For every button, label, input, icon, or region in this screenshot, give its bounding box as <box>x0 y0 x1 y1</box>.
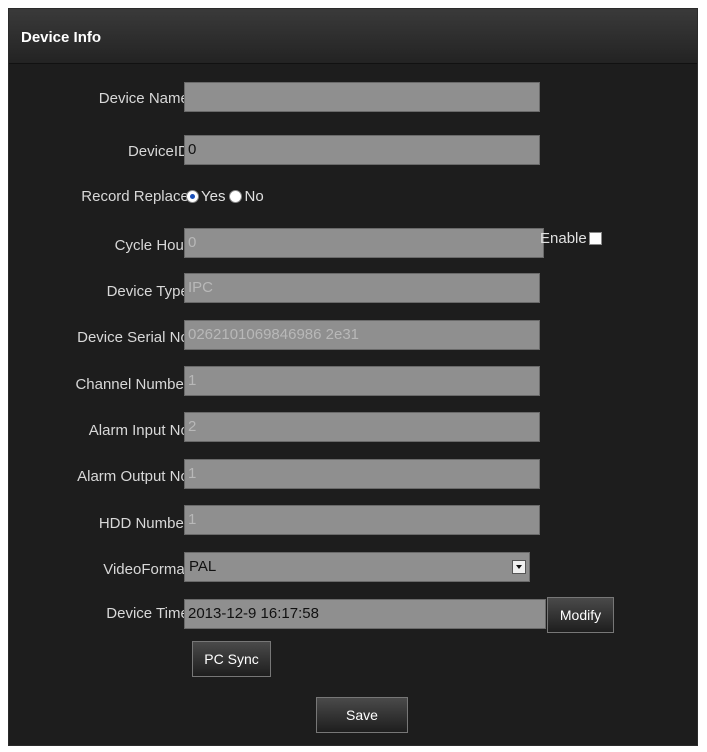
video-format-label: VideoFormat: <box>103 561 193 578</box>
cycle-hour-label: Cycle Hour: <box>114 237 193 254</box>
device-type-label: Device Type: <box>106 283 193 300</box>
record-replace-yes-label: Yes <box>201 188 226 205</box>
device-name-input[interactable] <box>184 82 540 112</box>
alarm-input-field: 2 <box>184 412 540 442</box>
serial-no-input: 0262101069846986 2e31 <box>184 320 540 350</box>
alarm-output-label: Alarm Output No: <box>77 468 193 485</box>
video-format-select[interactable]: PAL <box>184 552 530 582</box>
channel-number-input: 1 <box>184 366 540 396</box>
alarm-output-field: 1 <box>184 459 540 489</box>
hdd-number-label: HDD Number: <box>98 515 193 532</box>
device-time-label: Device Time: <box>106 605 193 622</box>
alarm-input-label: Alarm Input No: <box>88 422 193 439</box>
device-type-input: IPC <box>184 273 540 303</box>
record-replace-label: Record Replace: <box>81 188 193 205</box>
record-replace-yes-radio[interactable] <box>186 190 199 203</box>
device-id-input[interactable]: 0 <box>184 135 540 165</box>
modify-button[interactable]: Modify <box>547 597 614 633</box>
record-replace-no-label: No <box>244 188 264 205</box>
hdd-number-field: 1 <box>184 505 540 535</box>
video-format-value: PAL <box>189 558 217 575</box>
cycle-hour-input[interactable]: 0 <box>184 228 544 258</box>
record-replace-no-radio[interactable] <box>229 190 243 203</box>
device-time-input[interactable]: 2013-12-9 16:17:58 <box>184 599 546 629</box>
chevron-down-icon[interactable] <box>512 560 526 574</box>
save-button[interactable]: Save <box>316 697 408 733</box>
serial-no-label: Device Serial No: <box>77 329 193 346</box>
panel-title: Device Info <box>21 29 102 46</box>
device-name-label: Device Name: <box>98 90 193 107</box>
record-replace-radio-group: Yes No <box>186 188 264 205</box>
panel-header: Device Info <box>9 9 697 64</box>
enable-label: Enable <box>540 230 587 247</box>
cycle-hour-enable: Enable <box>540 230 602 247</box>
channel-number-label: Channel Number: <box>75 376 193 393</box>
enable-checkbox[interactable] <box>588 232 602 245</box>
pc-sync-button[interactable]: PC Sync <box>192 641 271 677</box>
